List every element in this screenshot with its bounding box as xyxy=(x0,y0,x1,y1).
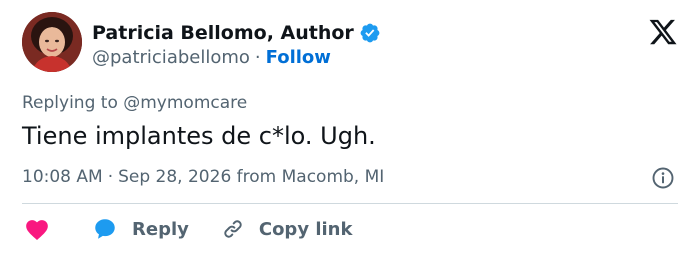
verified-badge-icon xyxy=(360,23,380,43)
tweet-actions-bar: Reply Copy link xyxy=(22,214,352,244)
divider xyxy=(22,203,678,204)
separator-dot: · xyxy=(107,167,114,187)
follow-button[interactable]: Follow xyxy=(266,47,331,68)
copy-link-button[interactable]: Copy link xyxy=(221,217,353,241)
author-handle-row: @patriciabellomo · Follow xyxy=(92,47,331,68)
separator-dot: · xyxy=(254,47,261,68)
heart-icon xyxy=(26,220,48,241)
tweet-text: Tiene implantes de c*lo. Ugh. xyxy=(22,122,376,150)
tweet-timestamp-row[interactable]: 10:08 AM · Sep 28, 2026 from Macomb, MI xyxy=(22,167,384,187)
link-icon xyxy=(224,220,242,238)
avatar-image xyxy=(22,12,82,72)
copy-link-label: Copy link xyxy=(258,218,353,240)
like-button[interactable] xyxy=(22,217,50,241)
replying-to-text[interactable]: Replying to @mymomcare xyxy=(22,93,247,113)
avatar[interactable] xyxy=(22,12,82,72)
tweet-embed-card: Patricia Bellomo, Author @patriciabellom… xyxy=(0,0,700,256)
reply-label: Reply xyxy=(132,218,189,240)
author-display-name[interactable]: Patricia Bellomo, Author xyxy=(92,22,354,44)
x-logo-icon[interactable] xyxy=(648,17,678,47)
info-icon[interactable] xyxy=(651,166,675,190)
reply-bubble-icon xyxy=(95,219,115,239)
tweet-date-location: Sep 28, 2026 from Macomb, MI xyxy=(118,167,385,187)
tweet-time: 10:08 AM xyxy=(22,167,103,187)
author-handle[interactable]: @patriciabellomo xyxy=(92,47,250,68)
author-name-row: Patricia Bellomo, Author xyxy=(92,20,381,46)
reply-button[interactable]: Reply xyxy=(92,216,189,242)
